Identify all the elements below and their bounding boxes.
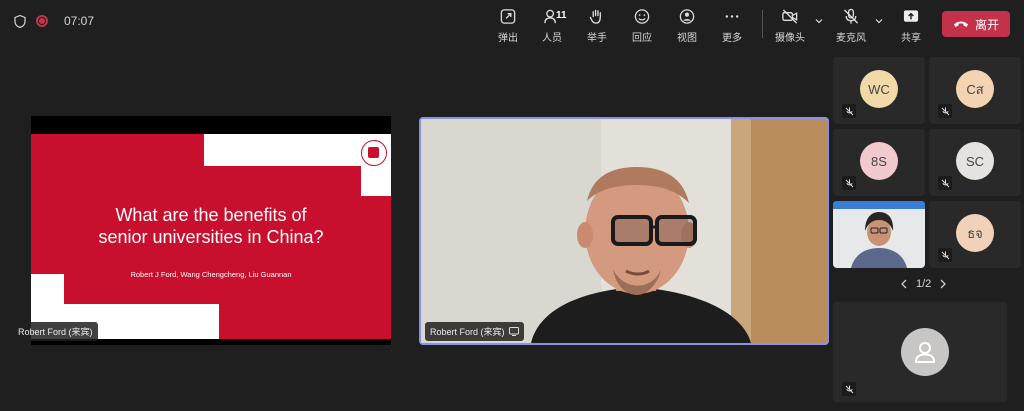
recording-icon [36,15,48,27]
mic-label: 麦克风 [836,33,866,44]
participant-tile[interactable]: 8S [833,129,925,196]
more-label: 更多 [722,33,742,44]
participant-video-tile[interactable] [833,201,925,268]
muted-mic-icon [842,382,856,396]
self-view-tile[interactable] [833,302,1007,402]
smiley-icon [634,9,650,24]
presenter-name-tag: Robert Ford (来宾) [13,322,98,341]
view-label: 视图 [677,33,697,44]
muted-mic-icon [842,176,856,190]
share-button[interactable]: 共享 [889,8,933,44]
presenter-name: Robert Ford (来宾) [18,327,93,337]
people-button[interactable]: 11 人员 [530,8,574,44]
speaker-video-feed [421,119,827,343]
mic-options-chevron-down-icon[interactable] [874,16,884,26]
default-person-avatar-icon [901,328,949,376]
view-icon [679,9,695,24]
share-label: 共享 [901,33,921,44]
avatar: WC [860,70,898,108]
slide-authors: Robert J Ford, Wang Chengcheng, Liu Guan… [130,270,292,279]
raise-hand-label: 举手 [587,33,607,44]
avatar: 8S [860,142,898,180]
previous-page-chevron-left-icon[interactable] [900,279,908,289]
avatar: Cส [956,70,994,108]
popout-button[interactable]: 弹出 [486,8,530,44]
avatar: SC [956,142,994,180]
meeting-timer: 07:07 [64,14,95,28]
main-video-tile[interactable] [419,117,829,345]
participant-tile[interactable]: WC [833,57,925,124]
participant-tile[interactable]: Cส [929,57,1021,124]
page-indicator: 1/2 [916,278,932,290]
hang-up-icon [953,21,968,27]
meeting-toolbar: 07:07 弹出 11 人员 举手 回应 视图 更多 摄像头 麦克风 共享 离开 [0,0,1024,50]
shared-screen-tile[interactable]: What are the benefits of senior universi… [31,116,391,345]
speaker-name-tag: Robert Ford (来宾) [425,322,524,341]
more-button[interactable]: 更多 [710,8,754,44]
screen-share-icon [508,327,519,336]
hand-icon [589,9,601,24]
muted-mic-icon [842,104,856,118]
shield-icon [14,14,26,28]
participant-tile[interactable]: SC [929,129,1021,196]
muted-mic-icon [938,176,952,190]
participant-tile[interactable]: ธจ [929,201,1021,268]
muted-mic-icon [938,104,952,118]
gallery-pager: 1/2 [900,278,947,290]
react-label: 回应 [632,33,652,44]
slide-title-line: What are the benefits of [115,205,307,225]
mic-button[interactable]: 麦克风 [829,8,873,44]
people-count: 11 [556,10,567,21]
popout-icon [500,9,516,24]
camera-button[interactable]: 摄像头 [768,8,812,44]
slide-decor-block [361,166,391,196]
camera-label: 摄像头 [775,33,805,44]
people-label: 人员 [542,33,562,44]
leave-button[interactable]: 离开 [942,11,1010,37]
view-button[interactable]: 视图 [665,8,709,44]
popout-label: 弹出 [498,33,518,44]
muted-mic-icon [938,248,952,262]
avatar: ธจ [956,214,994,252]
next-page-chevron-right-icon[interactable] [939,279,947,289]
mic-off-icon [843,8,859,24]
share-icon [903,10,919,22]
speaker-name: Robert Ford (来宾) [430,327,505,337]
participant-video-feed [833,201,925,268]
status-area: 07:07 [14,14,94,28]
more-icon [725,15,739,18]
react-button[interactable]: 回应 [620,8,664,44]
university-emblem-icon [361,140,387,166]
camera-options-chevron-down-icon[interactable] [814,16,824,26]
slide-title-line: senior universities in China? [98,227,324,247]
camera-off-icon [782,9,798,24]
slide-title: What are the benefits of senior universi… [31,204,391,248]
leave-label: 离开 [974,17,999,32]
raise-hand-button[interactable]: 举手 [575,8,619,44]
toolbar-divider [762,10,763,38]
presentation-slide: What are the benefits of senior universi… [31,134,391,339]
